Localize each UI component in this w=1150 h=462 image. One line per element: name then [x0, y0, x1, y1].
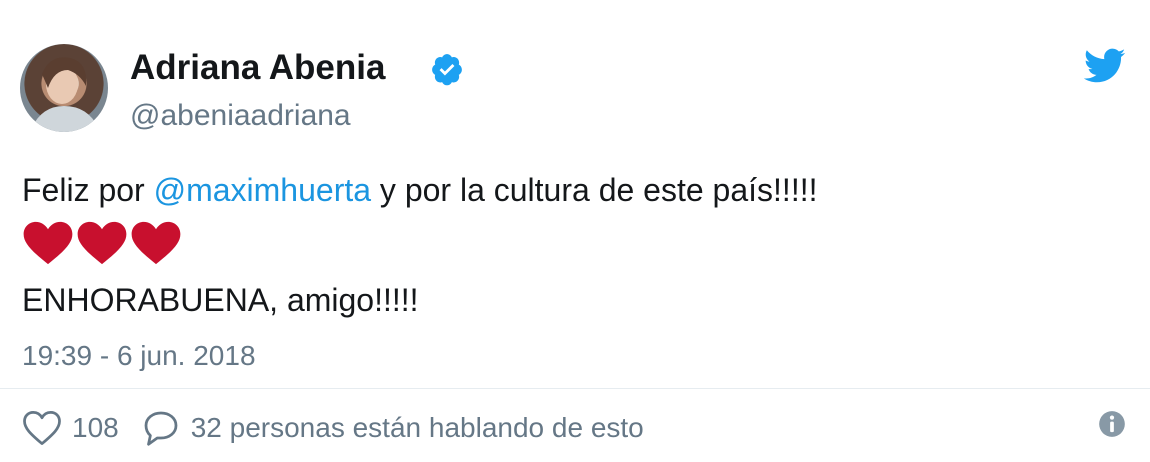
verified-badge-icon — [432, 54, 462, 86]
heart-outline-icon[interactable] — [22, 409, 62, 447]
author-handle[interactable]: @abeniaadriana — [130, 99, 351, 133]
like-count[interactable]: 108 — [72, 412, 119, 444]
avatar[interactable] — [20, 44, 108, 132]
twitter-bird-icon[interactable] — [1084, 48, 1126, 84]
mention-link[interactable]: @maximhuerta — [154, 172, 371, 208]
tweet-text-line1: Feliz por @maximhuerta y por la cultura … — [22, 172, 817, 209]
author-name[interactable]: Adriana Abenia — [130, 48, 385, 88]
red-heart-icon — [131, 221, 181, 265]
divider — [0, 388, 1150, 389]
info-icon[interactable] — [1098, 410, 1126, 438]
tweet-text-start: Feliz por — [22, 172, 154, 208]
tweet-timestamp[interactable]: 19:39 - 6 jun. 2018 — [22, 340, 256, 372]
conversation-count[interactable]: 32 personas están hablando de esto — [191, 412, 644, 444]
speech-bubble-icon[interactable] — [141, 409, 181, 447]
heart-emoji-row — [22, 220, 182, 266]
tweet-card: Adriana Abenia @abeniaadriana Feliz por … — [0, 0, 1150, 462]
tweet-actions: 108 32 personas están hablando de esto — [22, 408, 644, 448]
tweet-text-line2: ENHORABUENA, amigo!!!!! — [22, 282, 419, 318]
red-heart-icon — [23, 221, 73, 265]
red-heart-icon — [77, 221, 127, 265]
tweet-text-end: y por la cultura de este país!!!!! — [371, 172, 818, 208]
